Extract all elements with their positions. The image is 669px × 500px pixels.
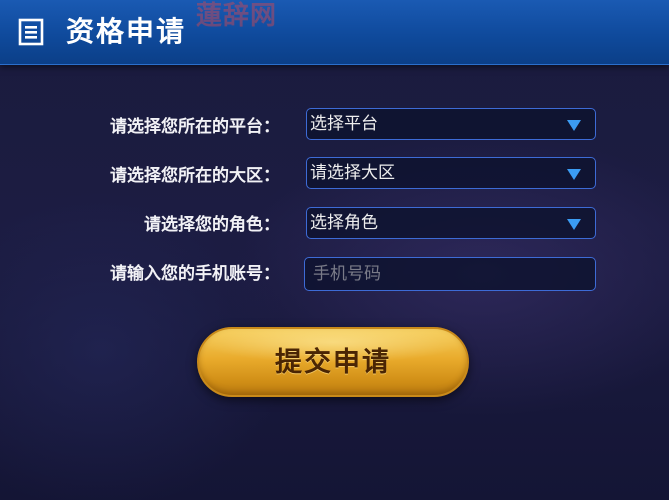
role-select[interactable]: 选择角色 [306,207,596,239]
phone-input[interactable] [304,257,596,291]
submit-application-button[interactable]: 提交申请 [197,327,469,397]
document-list-icon [18,18,44,46]
dropdown-arrow-icon [567,169,581,180]
platform-select-value: 选择平台 [310,114,378,134]
page-header: 资格申请 蓮辞网 [0,0,669,65]
watermark-text: 蓮辞网 [196,1,278,31]
platform-select[interactable]: 选择平台 [306,108,596,140]
phone-label: 请输入您的手机账号： [110,264,280,284]
page-title: 资格申请 [66,15,187,48]
region-select[interactable]: 请选择大区 [306,157,596,189]
role-select-value: 选择角色 [310,213,378,233]
role-label: 请选择您的角色： [144,215,280,235]
region-label: 请选择您所在的大区： [110,166,280,186]
submit-button-label: 提交申请 [275,347,391,377]
dropdown-arrow-icon [567,219,581,230]
platform-label: 请选择您所在的平台： [110,117,280,137]
region-select-value: 请选择大区 [310,163,395,183]
dropdown-arrow-icon [567,120,581,131]
